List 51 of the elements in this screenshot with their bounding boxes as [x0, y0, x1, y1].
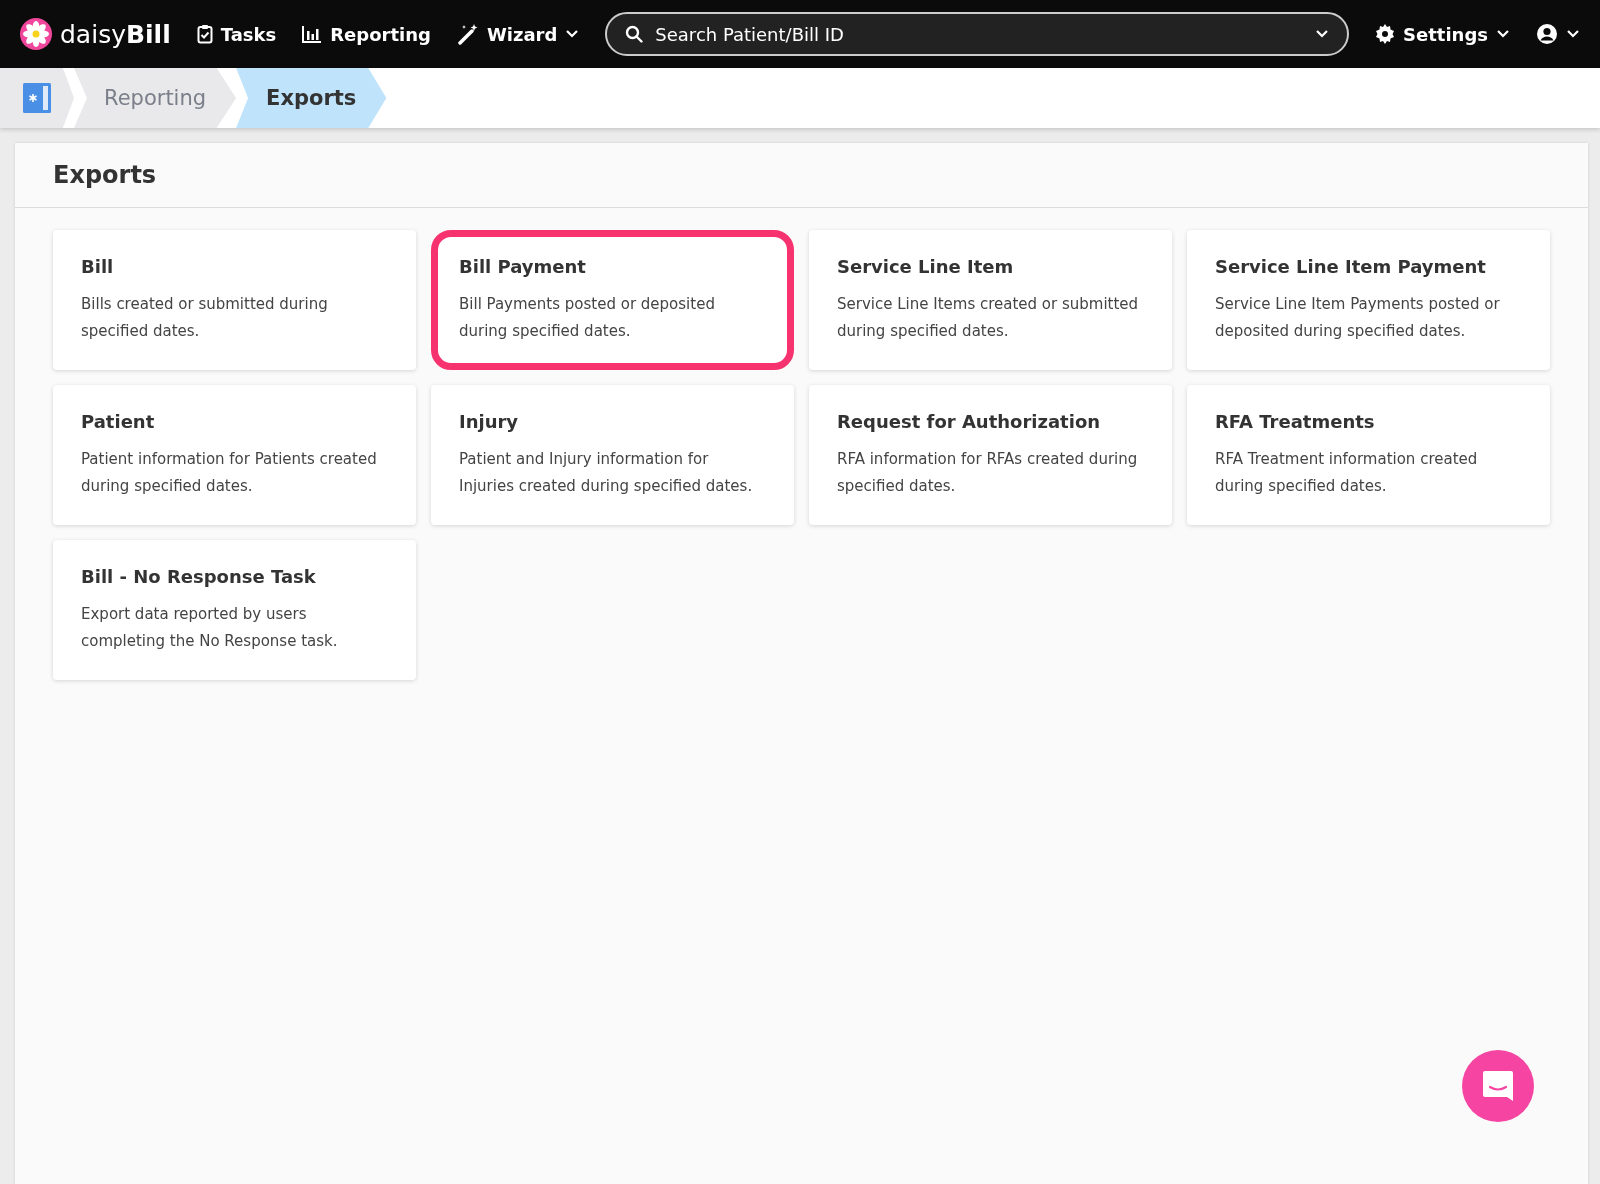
card-description: Export data reported by users completing the No Response task.: [81, 604, 339, 652]
home-crumb[interactable]: [0, 68, 74, 128]
chat-bubble-icon: [1481, 1069, 1515, 1103]
chevron-down-icon: [1315, 29, 1330, 39]
chevron-down-icon: [565, 29, 580, 39]
document-icon: [23, 83, 51, 113]
reporting-menu-button[interactable]: Reporting: [302, 23, 431, 45]
export-card[interactable]: Service Line Item Payment Service Line Item Payments posted or deposited during specified dates.: [1187, 230, 1550, 370]
card-title: Service Line Item: [837, 256, 1015, 277]
export-card[interactable]: Bill Payment Bill Payments posted or deposited during specified dates.: [431, 230, 794, 370]
tasks-menu-button[interactable]: Tasks: [196, 23, 277, 45]
card-title: Request for Authorization: [837, 411, 1102, 432]
flower-icon: [20, 18, 52, 50]
export-card[interactable]: Service Line Item Service Line Items created or submitted during specified dates.: [809, 230, 1172, 370]
wizard-menu-button[interactable]: Wizard: [456, 23, 580, 45]
card-title: Patient: [81, 411, 156, 432]
clipboard-check-icon: [196, 24, 213, 44]
export-card[interactable]: Bill - No Response Task Export data reported by users completing the No Response task.: [53, 540, 416, 680]
panel-title: Exports: [15, 143, 1588, 208]
card-title: RFA Treatments: [1215, 411, 1376, 432]
card-title: Bill Payment: [459, 256, 587, 277]
export-card[interactable]: RFA Treatments RFA Treatment information created during specified dates.: [1187, 385, 1550, 525]
gear-icon: [1375, 24, 1396, 44]
card-title: Bill - No Response Task: [81, 566, 317, 587]
export-card[interactable]: Injury Patient and Injury information for Injuries created during specified dates.: [431, 385, 794, 525]
card-title: Injury: [459, 411, 520, 432]
card-title: Service Line Item Payment: [1215, 256, 1487, 277]
user-avatar-icon: [1536, 23, 1558, 45]
card-description: Patient information for Patients created during specified dates.: [81, 449, 378, 497]
settings-menu-button[interactable]: Settings: [1375, 23, 1510, 45]
magic-wand-icon: [456, 23, 479, 45]
card-description: Bill Payments posted or deposited during specified dates.: [459, 294, 716, 342]
card-description: Service Line Items created or submitted during specified dates.: [837, 294, 1140, 342]
search-bar[interactable]: Search Patient/Bill ID: [605, 12, 1350, 56]
export-card[interactable]: Request for Authorization RFA information for RFAs created during specified dates.: [809, 385, 1172, 525]
card-description: RFA Treatment information created during specified dates.: [1215, 449, 1479, 497]
card-title: Bill: [81, 256, 115, 277]
search-icon: [625, 25, 644, 43]
export-card[interactable]: Bill Bills created or submitted during specified dates.: [53, 230, 416, 370]
card-description: Bills created or submitted during specified dates.: [81, 294, 329, 342]
daisybill-logo[interactable]: daisyBill: [20, 18, 171, 50]
card-description: RFA information for RFAs created during specified dates.: [837, 449, 1139, 497]
bar-chart-icon: [302, 25, 323, 43]
card-description: Patient and Injury information for Injuries created during specified dates.: [459, 449, 754, 497]
breadcrumb-link[interactable]: Exports: [236, 68, 387, 128]
chevron-down-icon: [1496, 29, 1510, 39]
user-menu-button[interactable]: [1536, 23, 1580, 45]
card-description: Service Line Item Payments posted or deposited during specified dates.: [1215, 294, 1501, 342]
chevron-down-icon: [1566, 29, 1580, 39]
search-field[interactable]: Search Patient/Bill ID: [653, 22, 1306, 46]
export-card[interactable]: Patient Patient information for Patients created during specified dates.: [53, 385, 416, 525]
